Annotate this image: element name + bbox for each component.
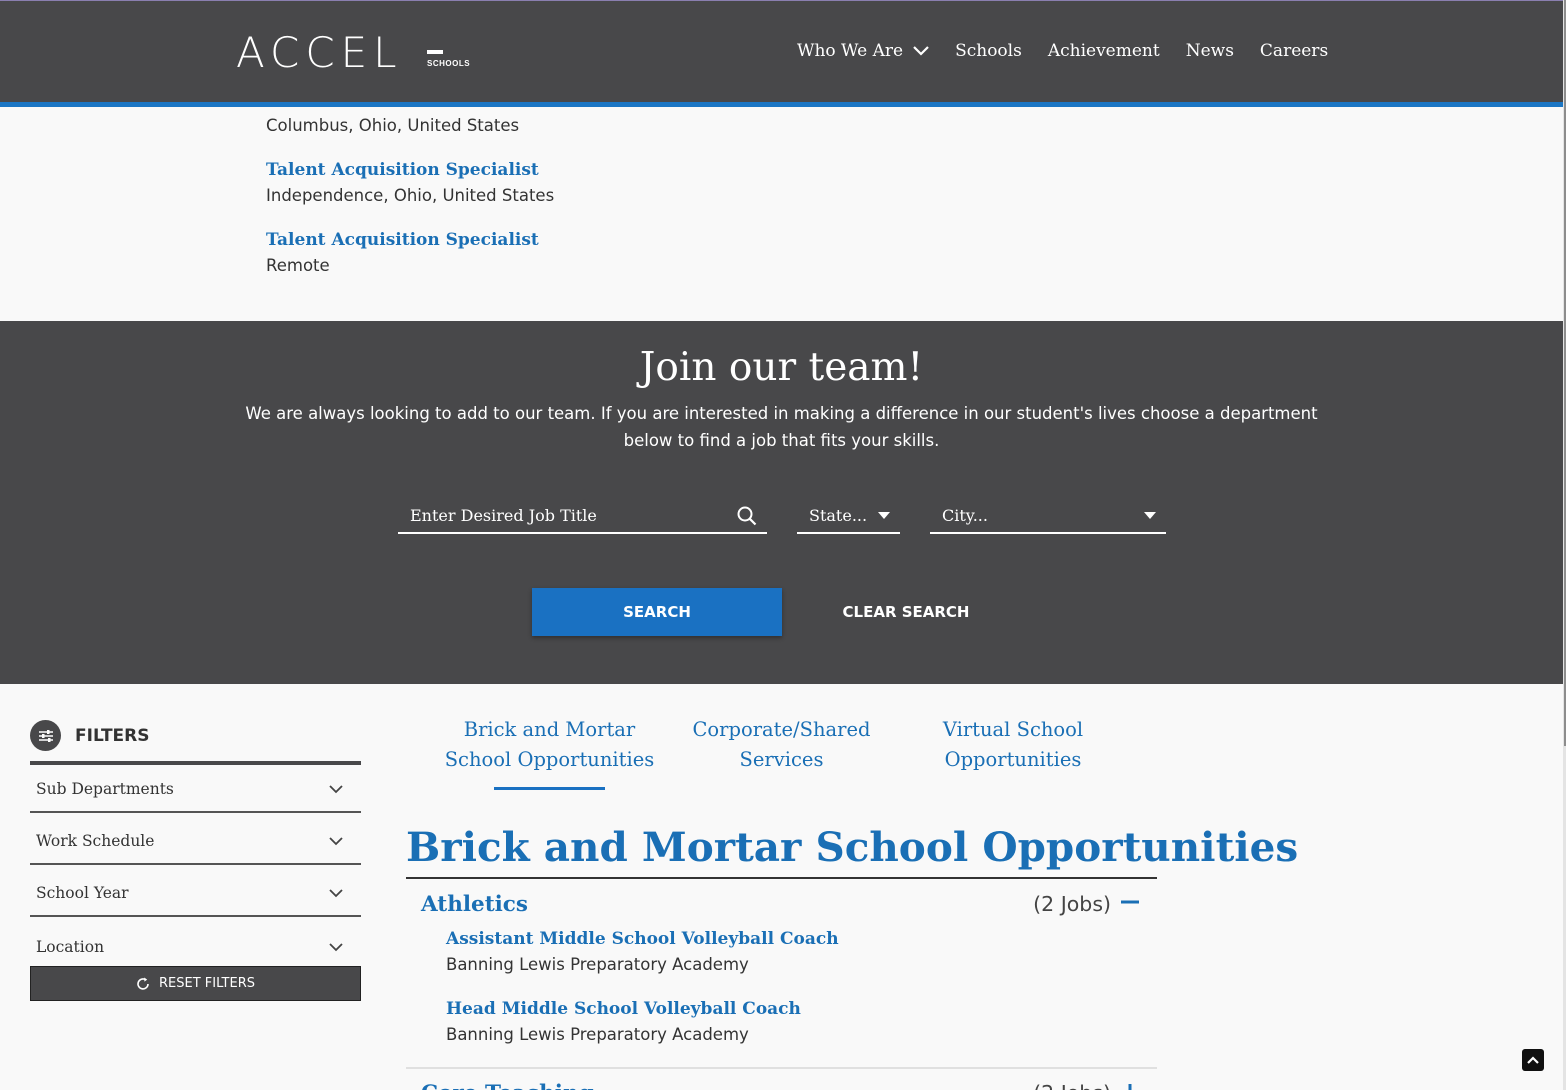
tab-corporate-shared[interactable]: Corporate/Shared Services	[681, 715, 882, 775]
list-item: Talent Acquisition Specialist Independen…	[266, 157, 554, 209]
chevron-down-icon	[913, 46, 929, 56]
category-job-count: (2 Jobs)	[1033, 892, 1111, 916]
join-description: We are always looking to add to our team…	[245, 404, 1318, 450]
join-team-section: Join our team! We are always looking to …	[0, 321, 1563, 684]
tab-label-line: Corporate/Shared	[692, 718, 871, 741]
job-location: Columbus, Ohio, United States	[266, 116, 520, 135]
join-heading: Join our team!	[639, 345, 924, 390]
sliders-icon	[30, 720, 61, 751]
job-title-link[interactable]: Head Middle School Volleyball Coach	[446, 996, 839, 1022]
logo[interactable]: ACCEL	[236, 32, 403, 74]
job-school: Banning Lewis Preparatory Academy	[446, 1025, 749, 1044]
tab-label-line: Brick and Mortar	[463, 718, 636, 741]
nav-who-we-are[interactable]: Who We Are	[797, 41, 929, 61]
filter-label: Work Schedule	[36, 832, 155, 850]
chevron-down-icon	[329, 784, 343, 793]
tab-label-line: School Opportunities	[444, 748, 655, 771]
caret-down-icon	[1144, 512, 1156, 519]
category-name[interactable]: Core Teaching	[421, 1081, 594, 1090]
search-icon[interactable]	[737, 506, 757, 526]
nav-label: Who We Are	[797, 41, 904, 61]
category-core-teaching: Core Teaching (2 Jobs)	[406, 1071, 1157, 1090]
state-select[interactable]: State...	[797, 499, 900, 534]
section-divider	[406, 877, 1157, 879]
category-job-list: Assistant Middle School Volleyball Coach…	[446, 926, 839, 1066]
filter-school-year[interactable]: School Year	[30, 871, 361, 917]
job-title-placeholder: Enter Desired Job Title	[410, 506, 597, 525]
chevron-down-icon	[329, 836, 343, 845]
job-title-link[interactable]: Talent Acquisition Specialist	[266, 227, 554, 253]
job-title-search-input[interactable]: Enter Desired Job Title	[398, 499, 767, 534]
logo-subtitle: SCHOOLS	[427, 59, 471, 68]
expand-plus-icon[interactable]	[1121, 1084, 1139, 1090]
category-count-group: (2 Jobs)	[1033, 1081, 1139, 1090]
filters-header: FILTERS	[30, 720, 150, 751]
tab-brick-and-mortar[interactable]: Brick and Mortar School Opportunities	[434, 715, 665, 775]
filter-location[interactable]: Location	[30, 924, 361, 970]
list-item: Talent Acquisition Specialist Remote	[266, 227, 554, 279]
job-location: Remote	[266, 256, 330, 275]
filter-sub-departments[interactable]: Sub Departments	[30, 767, 361, 813]
category-athletics: Athletics (2 Jobs)	[406, 882, 1157, 926]
search-button[interactable]: SEARCH	[532, 588, 782, 636]
main-nav: Who We Are Schools Achievement News Care…	[797, 41, 1354, 61]
list-item: Columbus, Ohio, United States	[266, 113, 554, 139]
header-accent-stripe	[0, 102, 1563, 107]
tab-label-line: Virtual School	[942, 718, 1084, 741]
filter-work-schedule[interactable]: Work Schedule	[30, 819, 361, 865]
tab-label-line: Services	[739, 748, 824, 771]
reset-filters-button[interactable]: RESET FILTERS	[30, 966, 361, 1001]
tab-label-line: Opportunities	[944, 748, 1082, 771]
list-item: Assistant Middle School Volleyball Coach…	[446, 926, 839, 978]
chevron-up-icon	[1527, 1056, 1539, 1064]
active-tab-indicator	[494, 787, 605, 790]
city-placeholder: City...	[942, 506, 988, 525]
city-select[interactable]: City...	[930, 499, 1166, 534]
nav-news[interactable]: News	[1186, 41, 1234, 61]
job-school: Banning Lewis Preparatory Academy	[446, 955, 749, 974]
refresh-icon	[137, 977, 149, 990]
nav-careers[interactable]: Careers	[1260, 41, 1328, 61]
collapse-minus-icon[interactable]	[1121, 895, 1139, 913]
filter-label: School Year	[36, 884, 129, 902]
section-title: Brick and Mortar School Opportunities	[406, 823, 1299, 871]
tab-virtual-school[interactable]: Virtual School Opportunities	[925, 715, 1101, 775]
chevron-down-icon	[329, 888, 343, 897]
site-header: ACCEL SCHOOLS Who We Are Schools Achieve…	[0, 0, 1563, 103]
filters-heading: FILTERS	[75, 725, 150, 746]
list-item: Head Middle School Volleyball Coach Bann…	[446, 996, 839, 1048]
back-to-top-button[interactable]	[1522, 1049, 1544, 1071]
clear-search-button[interactable]: CLEAR SEARCH	[808, 588, 1004, 636]
category-divider	[406, 1067, 1157, 1069]
job-title-link[interactable]: Assistant Middle School Volleyball Coach	[446, 926, 839, 952]
job-location: Independence, Ohio, United States	[266, 186, 555, 205]
filter-label: Sub Departments	[36, 780, 174, 798]
job-list-top: Columbus, Ohio, United States Talent Acq…	[266, 95, 554, 297]
nav-schools[interactable]: Schools	[955, 41, 1022, 61]
filter-label: Location	[36, 938, 105, 956]
chevron-down-icon	[329, 942, 343, 951]
nav-achievement[interactable]: Achievement	[1048, 41, 1160, 61]
reset-filters-label: RESET FILTERS	[159, 976, 255, 991]
filters-divider	[30, 761, 361, 765]
job-title-link[interactable]: Talent Acquisition Specialist	[266, 157, 554, 183]
caret-down-icon	[878, 512, 890, 519]
logo-dash	[427, 50, 443, 54]
state-placeholder: State...	[809, 506, 868, 525]
category-name[interactable]: Athletics	[421, 892, 528, 917]
category-job-count: (2 Jobs)	[1033, 1081, 1111, 1090]
category-count-group: (2 Jobs)	[1033, 892, 1139, 916]
